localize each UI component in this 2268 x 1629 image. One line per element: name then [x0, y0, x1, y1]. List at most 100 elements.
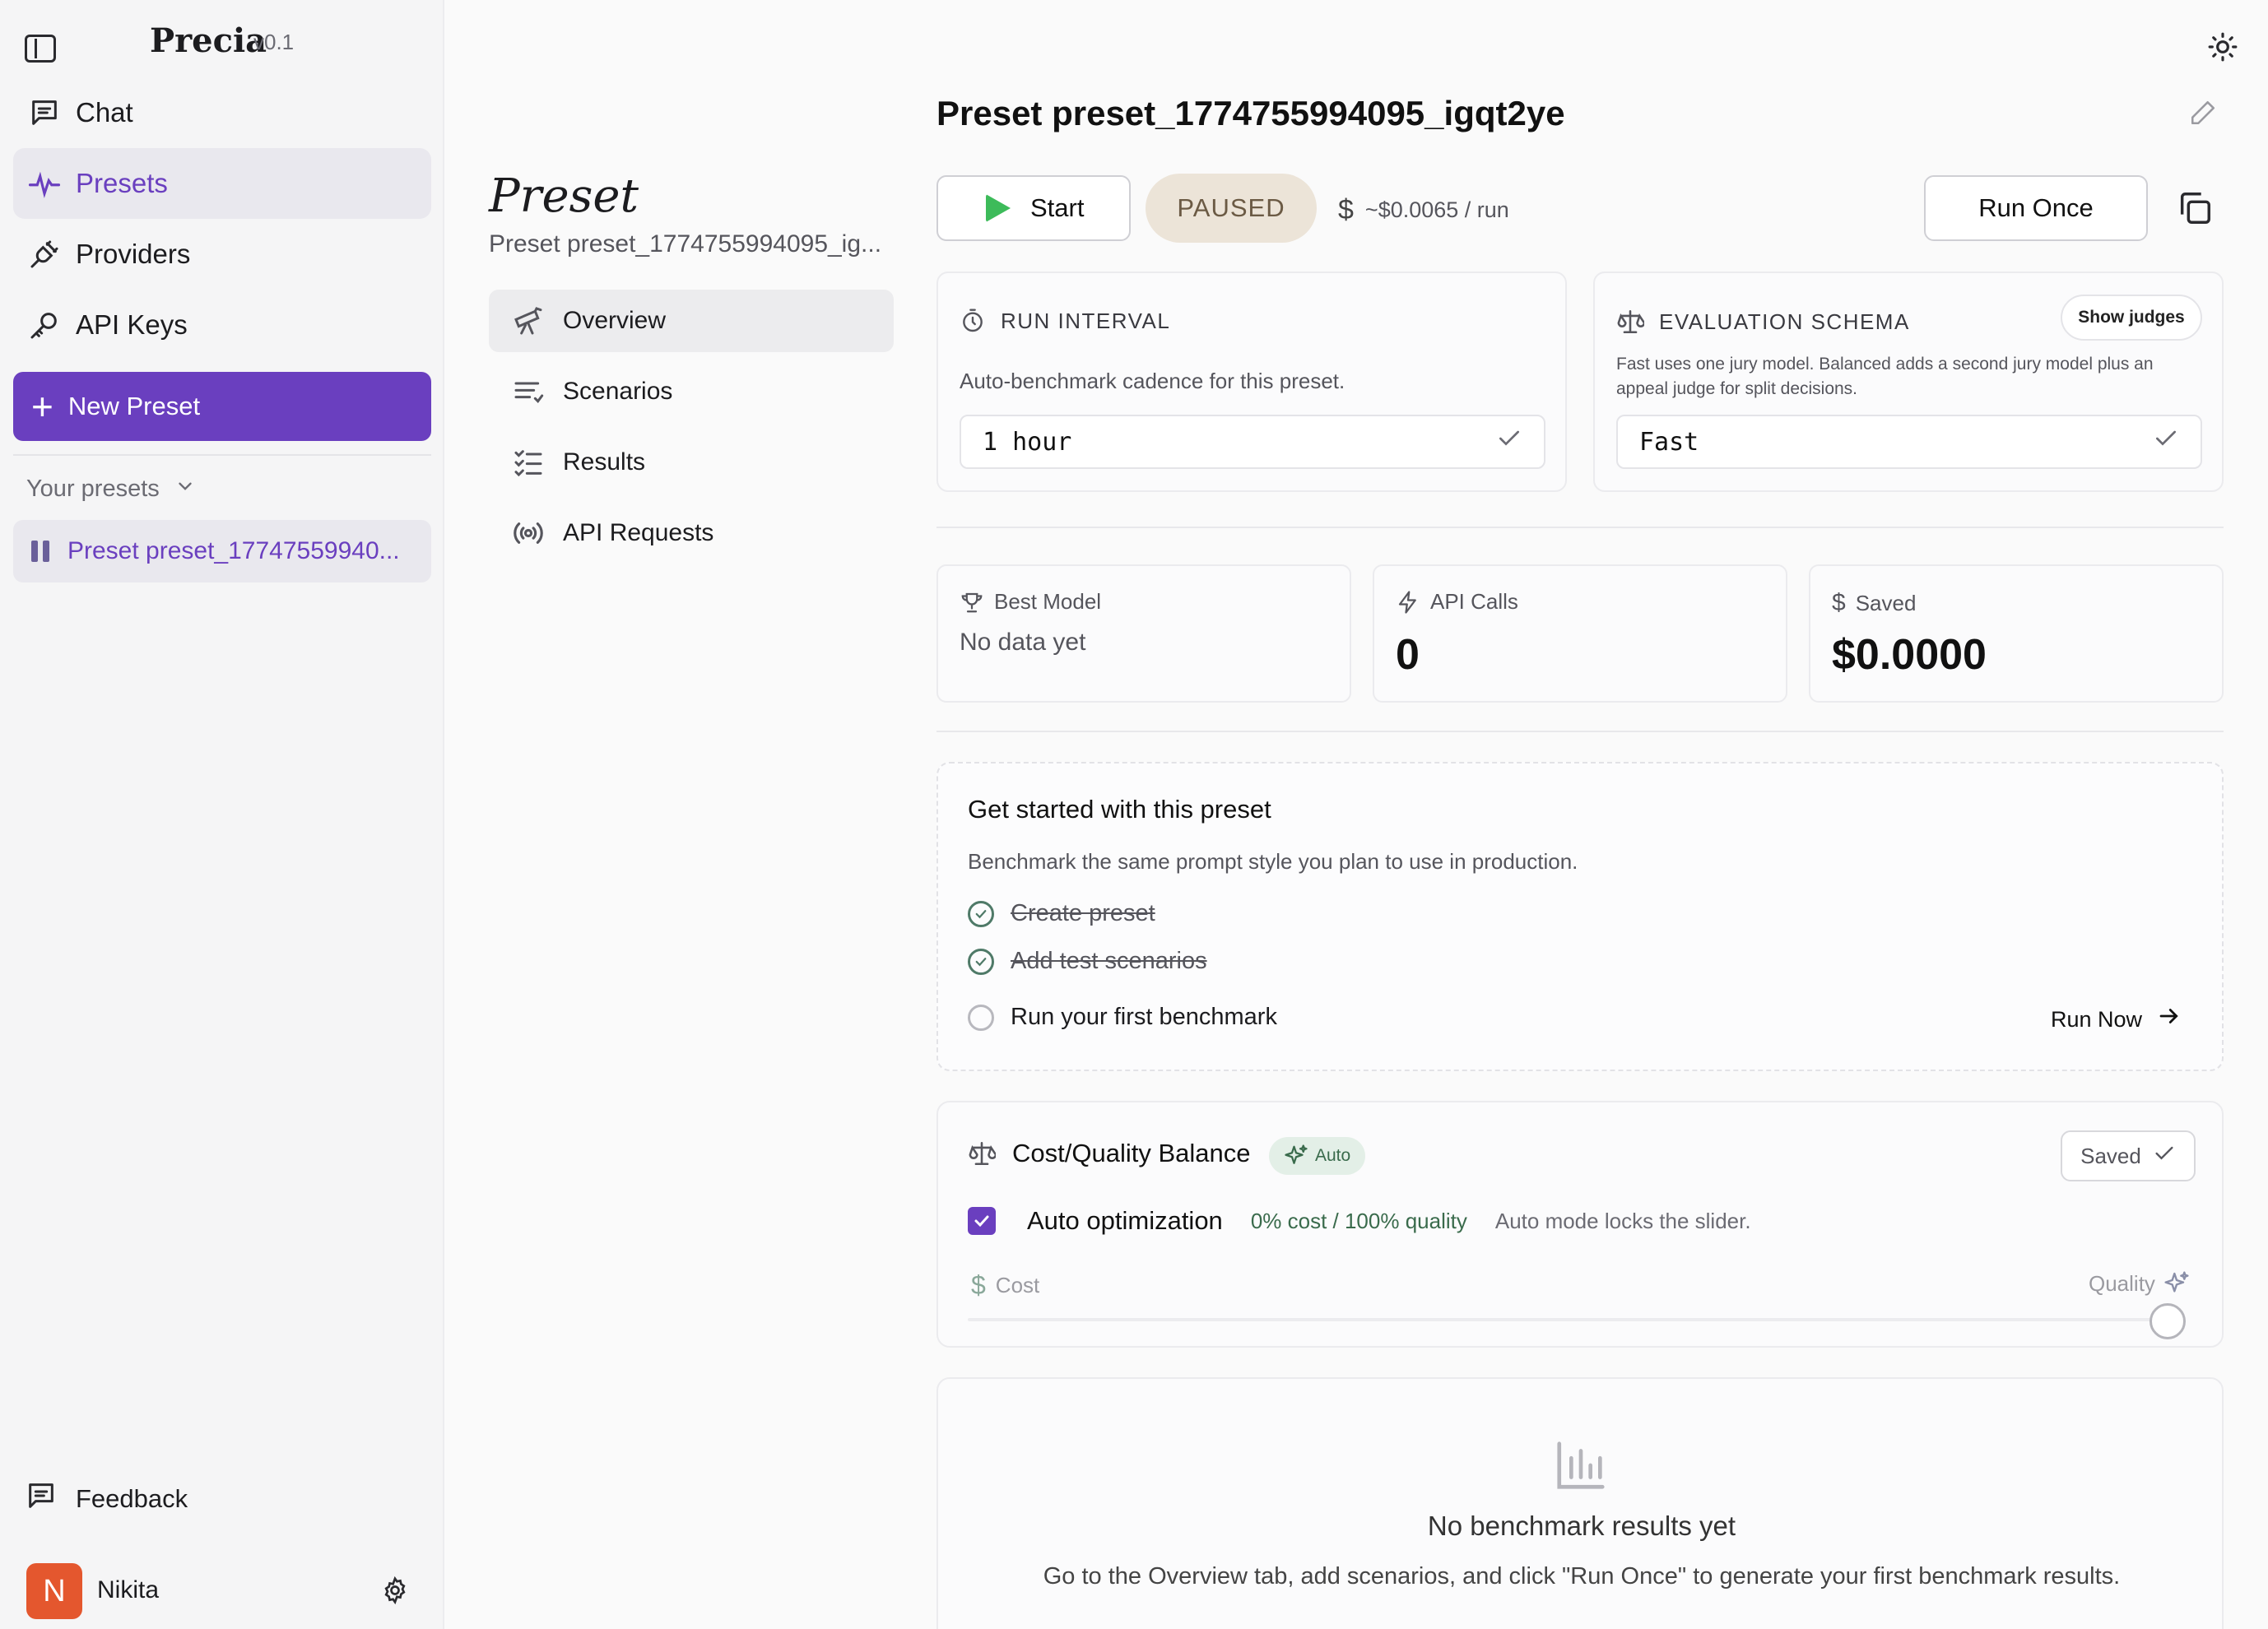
- sparkles-icon: [2163, 1270, 2190, 1297]
- auto-badge: Auto: [1269, 1137, 1366, 1175]
- plus-icon: +: [31, 385, 53, 428]
- presets-icon: [26, 165, 63, 202]
- step-label: Add test scenarios: [1011, 948, 1207, 974]
- run-interval-heading-text: RUN INTERVAL: [1001, 308, 1171, 333]
- your-presets-label: Your presets: [26, 476, 160, 502]
- sidebar-item-chat[interactable]: Chat: [13, 77, 431, 148]
- bar-chart-icon: [1552, 1436, 1610, 1498]
- get-started-card: Get started with this preset Benchmark t…: [936, 762, 2224, 1071]
- new-preset-label: New Preset: [67, 392, 201, 420]
- sidebar-toggle-icon[interactable]: [25, 35, 56, 63]
- tab-scenarios[interactable]: Scenarios: [489, 360, 894, 423]
- check-icon: [2153, 425, 2179, 458]
- start-button-label: Start: [1030, 193, 1085, 222]
- key-icon: [26, 307, 63, 343]
- user-name: Nikita: [97, 1576, 160, 1603]
- check-circle-icon: [968, 948, 994, 975]
- preset-section-title: Preset: [489, 169, 639, 223]
- slider-lock-note: Auto mode locks the slider.: [1494, 1208, 1751, 1233]
- run-interval-select[interactable]: 1 hour: [960, 415, 1545, 469]
- run-interval-description: Auto-benchmark cadence for this preset.: [960, 369, 1345, 393]
- api-calls-value: 0: [1396, 631, 1420, 679]
- quality-label-text: Quality: [2089, 1270, 2155, 1296]
- auto-badge-label: Auto: [1315, 1146, 1351, 1165]
- arrow-right-icon: [2157, 1004, 2182, 1035]
- auto-optimization-checkbox[interactable]: [968, 1207, 996, 1235]
- empty-circle-icon: [968, 1004, 994, 1031]
- feedback-icon: [25, 1479, 58, 1519]
- evaluation-schema-heading-text: EVALUATION SCHEMA: [1659, 309, 1910, 334]
- sidebar-item-providers[interactable]: Providers: [13, 219, 431, 290]
- get-started-subtitle: Benchmark the same prompt style you plan…: [968, 849, 1578, 874]
- section-divider: [936, 731, 2224, 732]
- show-judges-button[interactable]: Show judges: [2061, 295, 2202, 341]
- sidebar-item-label: Chat: [76, 97, 133, 128]
- trophy-icon: [960, 590, 984, 615]
- step-first-benchmark: Run your first benchmark: [968, 1004, 1277, 1031]
- best-model-value: No data yet: [960, 629, 1086, 656]
- auto-optimization-label: Auto optimization: [1027, 1206, 1223, 1235]
- checklist-icon: [510, 444, 546, 480]
- scale-icon: [968, 1139, 996, 1167]
- sidebar-item-api-keys[interactable]: API Keys: [13, 290, 431, 360]
- tab-label: Scenarios: [563, 378, 673, 405]
- section-divider: [936, 527, 2224, 528]
- check-icon: [2153, 1142, 2176, 1171]
- saved-button[interactable]: Saved: [2061, 1130, 2196, 1181]
- run-now-link[interactable]: Run Now: [2051, 1004, 2182, 1035]
- page-title: Preset preset_1774755994095_igqt2ye: [936, 94, 1565, 132]
- sidebar-item-label: API Keys: [76, 309, 188, 340]
- api-calls-label-text: API Calls: [1430, 589, 1518, 614]
- chat-icon: [26, 95, 63, 131]
- telescope-icon: [510, 303, 546, 339]
- start-button[interactable]: Start: [936, 175, 1131, 241]
- step-label: Run your first benchmark: [1011, 1004, 1277, 1030]
- evaluation-schema-description: Fast uses one jury model. Balanced adds …: [1616, 355, 2154, 398]
- cost-quality-title: Cost/Quality Balance: [968, 1139, 1250, 1168]
- preset-list-item[interactable]: Preset preset_17747559940...: [13, 520, 431, 582]
- api-calls-card: API Calls 0: [1373, 564, 1787, 703]
- app-logo: Precia: [150, 21, 267, 60]
- timer-icon: [960, 308, 986, 334]
- feedback-label: Feedback: [76, 1484, 188, 1513]
- cost-per-run: $ ~$0.0065 / run: [1338, 194, 1509, 226]
- sidebar-item-presets[interactable]: Presets: [13, 148, 431, 219]
- saved-card: $ Saved $0.0000: [1809, 564, 2224, 703]
- pencil-icon[interactable]: [2189, 99, 2217, 131]
- empty-results-message: Go to the Overview tab, add scenarios, a…: [1043, 1563, 2121, 1590]
- run-interval-heading: RUN INTERVAL: [960, 308, 1170, 334]
- new-preset-button[interactable]: + New Preset: [13, 372, 431, 441]
- api-calls-label: API Calls: [1396, 589, 1518, 615]
- tab-results[interactable]: Results: [489, 431, 894, 494]
- sidebar-divider: [13, 454, 431, 456]
- feedback-button[interactable]: Feedback: [25, 1479, 188, 1519]
- get-started-title: Get started with this preset: [968, 795, 1271, 824]
- saved-label-text: Saved: [1855, 590, 1917, 615]
- cost-quality-slider-track[interactable]: [968, 1318, 2186, 1321]
- slider-quality-label: Quality: [2089, 1270, 2190, 1297]
- gear-icon[interactable]: [380, 1576, 410, 1609]
- app-version: v0.1: [253, 30, 295, 54]
- play-icon: [986, 194, 1011, 222]
- tab-overview[interactable]: Overview: [489, 290, 894, 352]
- sidebar: Precia v0.1 Chat Presets Providers API K…: [0, 0, 444, 1629]
- run-once-button[interactable]: Run Once: [1924, 175, 2148, 241]
- list-icon: [510, 374, 546, 410]
- tab-api-requests[interactable]: API Requests: [489, 502, 894, 564]
- chevron-down-icon: [174, 476, 196, 504]
- your-presets-toggle[interactable]: Your presets: [26, 476, 196, 504]
- avatar[interactable]: N: [26, 1563, 82, 1619]
- cost-quality-card: Cost/Quality Balance Auto Saved Auto opt…: [936, 1101, 2224, 1348]
- dollar-icon: $: [1338, 194, 1354, 225]
- plug-icon: [26, 236, 63, 272]
- evaluation-schema-select[interactable]: Fast: [1616, 415, 2202, 469]
- pause-icon: [31, 541, 49, 562]
- step-add-scenarios: Add test scenarios: [968, 948, 1207, 975]
- dollar-icon: $: [1832, 589, 1846, 616]
- evaluation-schema-value: Fast: [1639, 427, 1699, 457]
- copy-icon[interactable]: [2176, 189, 2214, 231]
- check-icon: [1496, 425, 1522, 458]
- cost-quality-slider-thumb[interactable]: [2149, 1303, 2186, 1339]
- sidebar-item-label: Presets: [76, 168, 168, 198]
- sun-icon[interactable]: [2207, 31, 2238, 67]
